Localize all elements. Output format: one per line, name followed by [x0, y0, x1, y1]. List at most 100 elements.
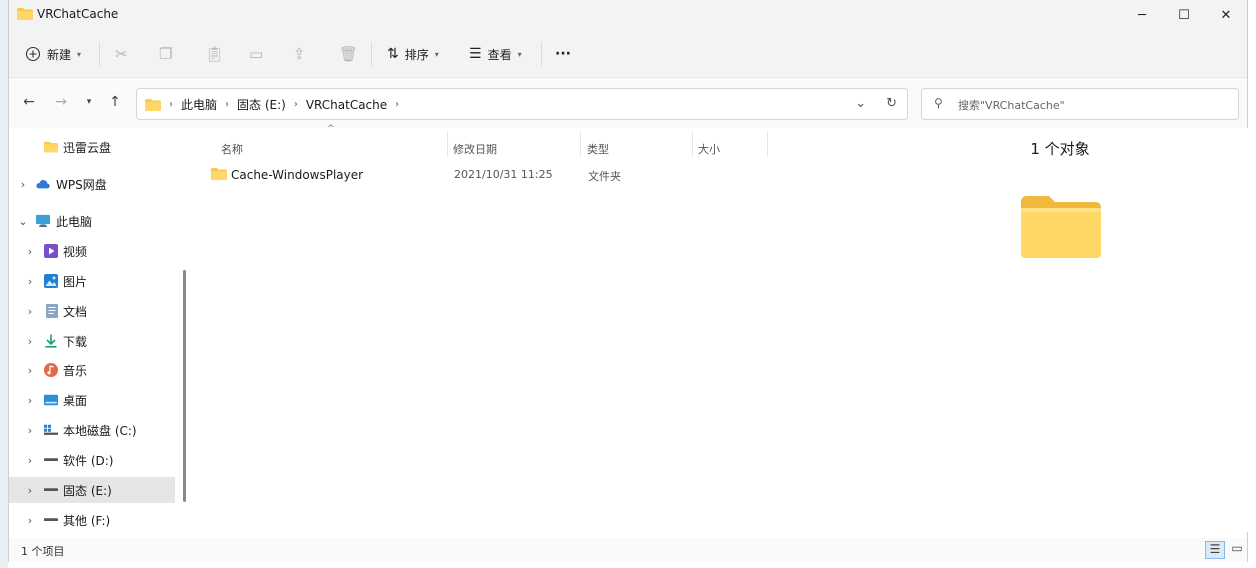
chevron-right-icon[interactable]: › [24, 245, 36, 258]
chevron-right-icon[interactable]: › [24, 484, 36, 497]
chevron-right-icon[interactable]: › [24, 364, 36, 377]
sidebar-item-xunlei-cloud[interactable]: 迅雷云盘 [9, 134, 175, 160]
toolbar-divider [371, 42, 372, 66]
more-button[interactable]: ··· [555, 42, 571, 66]
sidebar-item-label: 文档 [63, 304, 88, 319]
chevron-right-icon: › [293, 99, 298, 110]
breadcrumb-vrchatcache[interactable]: VRChatCache [306, 98, 387, 112]
drive-icon [44, 424, 58, 435]
column-divider[interactable] [447, 132, 448, 156]
new-button[interactable]: 新建 ▾ [25, 42, 81, 66]
chevron-down-icon: ▾ [77, 49, 82, 59]
minimize-icon: ─ [1138, 7, 1146, 23]
cloud-icon [36, 180, 50, 189]
paste-button[interactable]: 📋︎ [205, 42, 224, 66]
computer-icon [36, 214, 50, 227]
breadcrumb-drive-e[interactable]: 固态 (E:) [237, 96, 286, 113]
column-header-type[interactable]: 类型 [587, 138, 609, 162]
sort-label: 排序 [404, 47, 429, 62]
sidebar-item-label: 视频 [63, 244, 88, 259]
arrow-up-icon: ↑ [109, 94, 121, 110]
delete-button[interactable]: 🗑︎ [339, 42, 358, 66]
sidebar-item-drive-c[interactable]: › 本地磁盘 (C:) [9, 417, 175, 443]
chevron-right-icon[interactable]: › [24, 424, 36, 437]
view-button[interactable]: ☰ 查看 ▾ [469, 42, 522, 66]
details-view-button[interactable]: ☰ [1205, 541, 1225, 559]
rename-button[interactable]: ▭ [249, 42, 263, 66]
sort-button[interactable]: ⇅ 排序 ▾ [387, 42, 439, 66]
cut-button[interactable]: ✂ [115, 42, 128, 66]
share-icon: ⇪ [293, 45, 306, 63]
close-button[interactable]: ✕ [1203, 0, 1249, 30]
sidebar-item-label: 下载 [63, 334, 88, 349]
sort-ascending-icon: ^ [327, 124, 335, 134]
file-explorer-window: VRChatCache ─ ☐ ✕ 新建 ▾ ✂ ❐ 📋︎ ▭ ⇪ 🗑︎ ⇅ 排… [8, 0, 1249, 562]
sidebar-item-music[interactable]: › 音乐 [9, 357, 175, 383]
arrow-left-icon: ← [23, 94, 35, 110]
desktop-background [0, 0, 8, 568]
details-pane: 1 个对象 [911, 128, 1249, 532]
column-divider[interactable] [767, 132, 768, 156]
column-divider[interactable] [580, 132, 581, 156]
address-history-chevron-icon[interactable]: ⌄ [855, 96, 866, 111]
column-header-name[interactable]: 名称 [221, 138, 243, 162]
minimize-button[interactable]: ─ [1119, 0, 1165, 30]
refresh-icon[interactable]: ↻ [886, 96, 897, 111]
sidebar-item-this-pc[interactable]: ⌄ 此电脑 [9, 208, 175, 234]
video-icon [44, 244, 58, 258]
file-list: ^ 名称 修改日期 类型 大小 Cache-WindowsPlayer 2021… [191, 124, 911, 532]
file-name: Cache-WindowsPlayer [231, 168, 364, 182]
sidebar-item-downloads[interactable]: › 下载 [9, 328, 175, 354]
music-icon [44, 363, 58, 377]
column-header-size[interactable]: 大小 [698, 138, 720, 162]
chevron-right-icon: › [395, 99, 400, 110]
column-header-date[interactable]: 修改日期 [453, 138, 497, 162]
maximize-button[interactable]: ☐ [1161, 0, 1207, 30]
command-bar: 新建 ▾ ✂ ❐ 📋︎ ▭ ⇪ 🗑︎ ⇅ 排序 ▾ ☰ 查看 ▾ ··· [9, 30, 1247, 78]
copy-icon: ❐ [159, 45, 173, 63]
sidebar-item-wps-cloud[interactable]: › WPS网盘 [9, 171, 175, 197]
sidebar-item-desktop[interactable]: › 桌面 [9, 387, 175, 413]
chevron-down-icon: ▾ [434, 49, 439, 59]
navigation-pane: 迅雷云盘 › WPS网盘 ⌄ 此电脑 › 视频 › 图片 › 文档 › 下载 ›… [9, 128, 191, 532]
sidebar-scrollbar[interactable] [183, 270, 186, 502]
file-type: 文件夹 [588, 170, 621, 183]
sidebar-item-pictures[interactable]: › 图片 [9, 268, 175, 294]
window-title: VRChatCache [37, 7, 119, 21]
toolbar-divider [99, 42, 100, 66]
breadcrumb-this-pc[interactable]: 此电脑 [181, 96, 217, 113]
recent-locations-button[interactable]: ▾ [79, 97, 99, 117]
chevron-right-icon[interactable]: › [24, 394, 36, 407]
forward-button[interactable]: → [51, 94, 71, 114]
chevron-down-icon[interactable]: ⌄ [17, 215, 29, 228]
toolbar-divider [541, 42, 542, 66]
sidebar-item-drive-f[interactable]: › 其他 (F:) [9, 507, 175, 533]
chevron-right-icon[interactable]: › [24, 275, 36, 288]
chevron-right-icon[interactable]: › [24, 335, 36, 348]
chevron-right-icon[interactable]: › [24, 454, 36, 467]
navigation-row: ← → ▾ ↑ › 此电脑 › 固态 (E:) › VRChatCache › … [9, 78, 1247, 128]
picture-icon [44, 274, 58, 288]
sidebar-item-label: WPS网盘 [56, 177, 107, 192]
sidebar-item-videos[interactable]: › 视频 [9, 238, 175, 264]
table-row[interactable]: Cache-WindowsPlayer 2021/10/31 11:25 文件夹 [211, 164, 791, 186]
chevron-right-icon[interactable]: › [24, 514, 36, 527]
folder-icon [145, 98, 161, 111]
back-button[interactable]: ← [19, 94, 39, 114]
sidebar-item-label: 迅雷云盘 [63, 140, 112, 155]
download-icon [45, 334, 57, 348]
chevron-right-icon[interactable]: › [24, 305, 36, 318]
column-divider[interactable] [692, 132, 693, 156]
up-button[interactable]: ↑ [105, 94, 125, 114]
sidebar-item-drive-e[interactable]: › 固态 (E:) [9, 477, 175, 503]
sidebar-item-drive-d[interactable]: › 软件 (D:) [9, 447, 175, 473]
tiles-view-button[interactable]: ▭ [1227, 541, 1247, 559]
chevron-right-icon[interactable]: › [17, 178, 29, 191]
copy-button[interactable]: ❐ [159, 42, 172, 66]
search-input[interactable] [958, 95, 1228, 115]
address-bar[interactable]: › 此电脑 › 固态 (E:) › VRChatCache › ⌄ ↻ [136, 88, 908, 120]
sidebar-item-documents[interactable]: › 文档 [9, 298, 175, 324]
share-button[interactable]: ⇪ [293, 42, 306, 66]
search-box[interactable]: ⚲ [921, 88, 1239, 120]
status-bar: 1 个项目 ☰ ▭ [9, 538, 1247, 562]
